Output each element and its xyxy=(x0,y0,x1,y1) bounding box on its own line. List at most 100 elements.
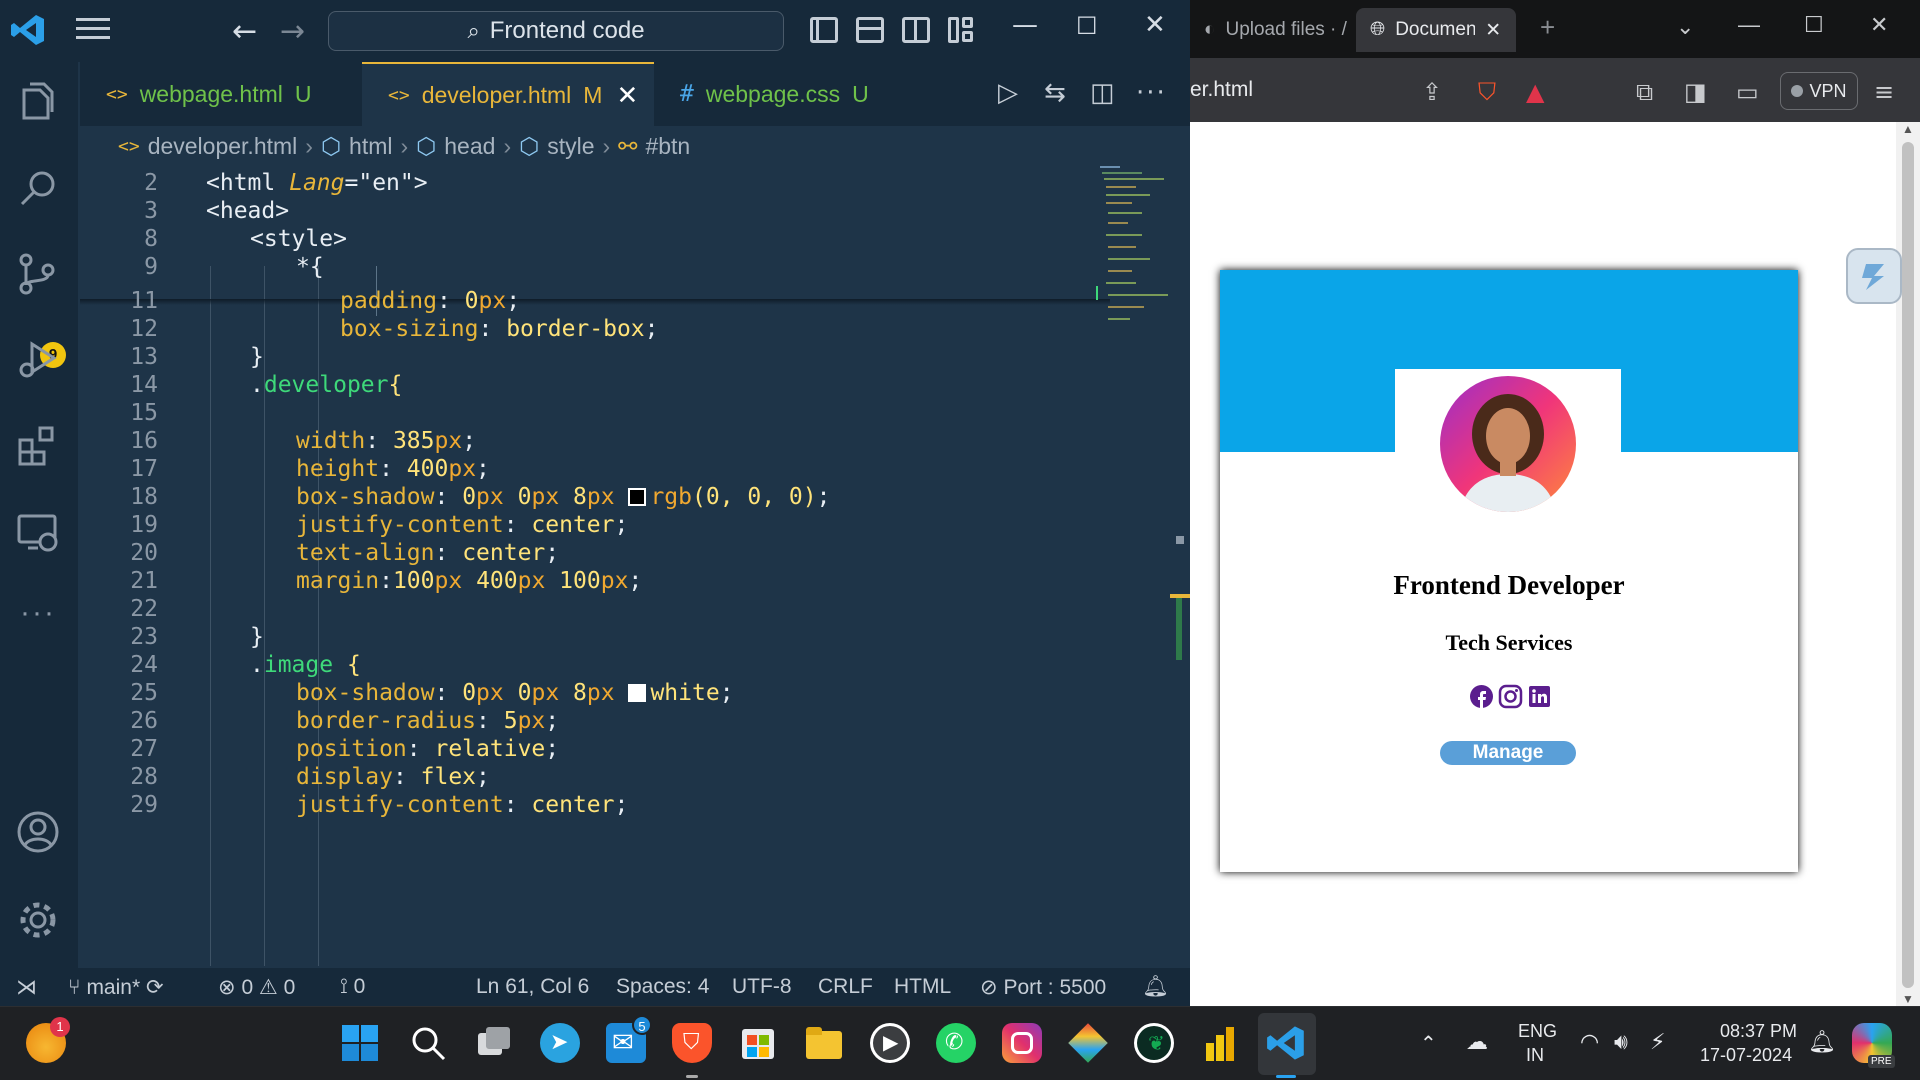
brave-browser-icon[interactable]: ⛉ xyxy=(672,1023,712,1063)
whatsapp-icon[interactable]: ✆ xyxy=(936,1023,976,1063)
wallet-icon[interactable]: ▭ xyxy=(1736,78,1759,106)
vscode-window: ← → ⌕ Frontend code — ☐ ✕ 9 ··· <> webpa… xyxy=(0,0,1190,1006)
maximize-icon[interactable]: ☐ xyxy=(1804,12,1824,38)
remote-explorer-icon[interactable] xyxy=(16,510,60,554)
start-button[interactable] xyxy=(340,1023,380,1063)
telegram-icon[interactable]: ➤ xyxy=(540,1023,580,1063)
facebook-icon[interactable] xyxy=(1469,684,1494,709)
extensions-icon[interactable]: ⧉ xyxy=(1636,78,1653,106)
extensions-icon[interactable] xyxy=(16,424,60,468)
tab-webpage-css[interactable]: # webpage.css U xyxy=(654,62,894,126)
minimize-icon[interactable]: — xyxy=(1738,12,1760,38)
maximize-icon[interactable]: ☐ xyxy=(1076,12,1098,40)
language-top[interactable]: ENG xyxy=(1518,1021,1557,1042)
forward-arrow-icon[interactable]: → xyxy=(280,14,305,49)
tab-webpage-html[interactable]: <> webpage.html U xyxy=(80,62,362,126)
vscode-taskbar-icon[interactable] xyxy=(1266,1023,1306,1063)
breadcrumb-btn[interactable]: #btn xyxy=(645,133,690,160)
encoding[interactable]: UTF-8 xyxy=(732,975,792,999)
code-editor[interactable]: 2 <html Lang="en"> 3 <head> 8 <style> 9 … xyxy=(80,166,1190,968)
power-bi-icon[interactable] xyxy=(1200,1023,1240,1063)
vpn-button[interactable]: VPN xyxy=(1780,72,1858,110)
chevron-down-icon[interactable]: ⌄ xyxy=(1676,14,1694,40)
linkedin-icon[interactable] xyxy=(1527,684,1552,709)
color-swatch[interactable] xyxy=(628,488,647,506)
brave-shields-icon[interactable]: ⛉ xyxy=(1478,78,1496,106)
search-icon[interactable] xyxy=(408,1023,448,1063)
browser-tab-document[interactable]: 🌐︎ Documen ✕ xyxy=(1356,8,1516,52)
chevron-right-icon: › xyxy=(602,132,611,159)
tab-close-icon[interactable]: ✕ xyxy=(1485,19,1501,42)
media-player-icon[interactable]: ▶ xyxy=(870,1023,910,1063)
tab-developer-html[interactable]: <> developer.html M ✕ xyxy=(362,62,654,126)
breadcrumb-file[interactable]: developer.html xyxy=(148,133,298,160)
editor-tabs: <> webpage.html U <> developer.html M ✕ … xyxy=(80,62,1190,126)
language-mode[interactable]: HTML xyxy=(894,975,951,999)
scrollbar-thumb[interactable] xyxy=(1176,596,1182,660)
ports-status[interactable]: ⟟ 0 xyxy=(340,975,365,999)
browser-tab-upload[interactable]: ◐ Upload files · / xyxy=(1190,8,1358,52)
menu-icon[interactable] xyxy=(76,18,110,44)
breadcrumb-head[interactable]: head xyxy=(444,133,495,160)
chevron-right-icon: › xyxy=(400,132,409,159)
floating-widget-icon[interactable] xyxy=(1846,248,1902,304)
back-arrow-icon[interactable]: ← xyxy=(232,14,257,49)
run-icon[interactable]: ▷ xyxy=(998,78,1018,108)
command-center[interactable]: ⌕ Frontend code xyxy=(328,11,784,51)
brave-rewards-icon[interactable]: ▲ xyxy=(1526,78,1544,106)
split-editor-icon[interactable]: ◫ xyxy=(1090,78,1115,108)
live-server-port[interactable]: ⊘ Port : 5500 xyxy=(980,975,1106,1000)
open-changes-icon[interactable]: ⇆ xyxy=(1044,78,1066,108)
close-icon[interactable]: ✕ xyxy=(1144,10,1166,40)
new-tab-icon[interactable]: + xyxy=(1540,12,1555,43)
line-ending[interactable]: CRLF xyxy=(818,975,873,999)
minimap[interactable] xyxy=(1096,164,1168,344)
toggle-primary-sidebar-icon[interactable] xyxy=(810,17,838,43)
onedrive-icon[interactable]: ☁ xyxy=(1466,1029,1488,1055)
more-actions-icon[interactable]: ··· xyxy=(1136,78,1167,108)
chevron-up-icon[interactable]: ⌃ xyxy=(1420,1031,1437,1056)
manage-button[interactable]: Manage xyxy=(1440,741,1576,765)
source-control-icon[interactable] xyxy=(16,252,60,296)
sidebar-icon[interactable]: ◨ xyxy=(1684,78,1707,106)
clock-date[interactable]: 17-07-2024 xyxy=(1700,1045,1792,1066)
microsoft-store-icon[interactable] xyxy=(738,1023,778,1063)
tab-close-icon[interactable]: ✕ xyxy=(616,80,638,111)
remote-icon[interactable]: ⋊ xyxy=(16,975,37,1000)
toggle-panel-icon[interactable] xyxy=(856,17,884,43)
instagram-app-icon[interactable] xyxy=(1002,1023,1042,1063)
file-explorer-icon[interactable] xyxy=(804,1023,844,1063)
notification-bell-icon[interactable]: 🔔︎ xyxy=(1808,1029,1836,1055)
breadcrumb-html[interactable]: html xyxy=(349,133,392,160)
indentation[interactable]: Spaces: 4 xyxy=(616,975,709,999)
card-subtitle: Tech Services xyxy=(1445,630,1573,655)
volume-icon[interactable]: 🔊︎ xyxy=(1614,1029,1628,1055)
wifi-icon[interactable]: ◠ xyxy=(1580,1029,1599,1055)
settings-gear-icon[interactable] xyxy=(16,898,60,942)
branch-status[interactable]: ⑂ main* ⟳ xyxy=(68,975,164,1000)
cursor-position[interactable]: Ln 61, Col 6 xyxy=(476,975,589,999)
address-bar[interactable]: er.html xyxy=(1190,78,1253,102)
task-view-icon[interactable] xyxy=(474,1023,514,1063)
search-icon[interactable] xyxy=(16,166,60,210)
mongodb-compass-icon[interactable]: ❦ xyxy=(1134,1023,1174,1063)
explorer-icon[interactable] xyxy=(16,80,60,124)
clock-time[interactable]: 08:37 PM xyxy=(1720,1021,1797,1042)
share-icon[interactable]: ⇪ xyxy=(1422,78,1442,106)
browser-menu-icon[interactable]: ≡ xyxy=(1874,78,1894,106)
minimize-icon[interactable]: — xyxy=(1012,10,1038,40)
close-icon[interactable]: ✕ xyxy=(1870,12,1888,38)
run-debug-icon[interactable] xyxy=(16,338,60,382)
toggle-secondary-sidebar-icon[interactable] xyxy=(902,17,930,43)
color-swatch[interactable] xyxy=(628,684,647,702)
battery-icon[interactable]: ⚡︎ xyxy=(1650,1029,1665,1055)
notifications-bell-icon[interactable]: 🔔︎ xyxy=(1142,975,1169,999)
more-icon[interactable]: ··· xyxy=(16,596,60,640)
git-client-icon[interactable] xyxy=(1068,1023,1108,1063)
language-bottom[interactable]: IN xyxy=(1526,1045,1544,1066)
instagram-icon[interactable] xyxy=(1498,684,1523,709)
breadcrumb-style[interactable]: style xyxy=(547,133,594,160)
problems-status[interactable]: ⊗ 0 ⚠ 0 xyxy=(218,975,295,1000)
accounts-icon[interactable] xyxy=(16,810,60,854)
customize-layout-icon[interactable] xyxy=(948,17,976,43)
